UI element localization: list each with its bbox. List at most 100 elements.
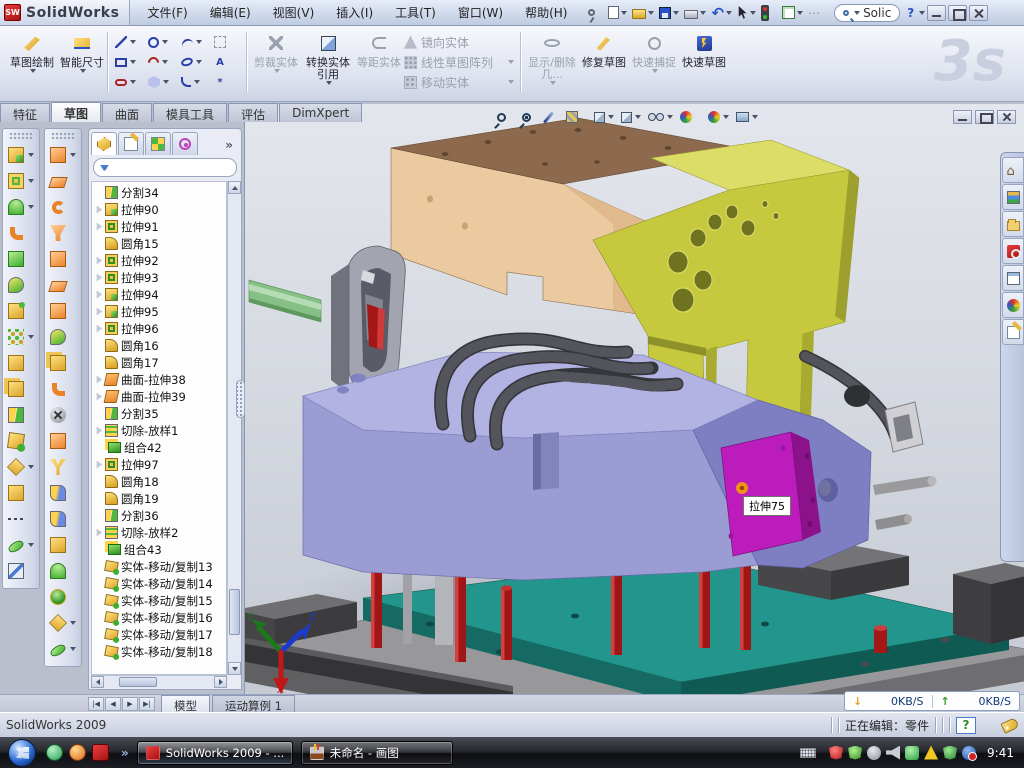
toolbar-button[interactable] — [45, 532, 81, 558]
feature-tree-item[interactable]: 拉伸95 — [94, 303, 226, 320]
toolbar-button[interactable] — [3, 506, 39, 532]
expand-arrow-icon[interactable] — [95, 325, 103, 333]
feature-tree-item[interactable]: 实体-移动/复制16 — [94, 609, 226, 626]
dropdown-arrow-icon[interactable] — [28, 153, 34, 157]
connection-icon[interactable] — [905, 746, 919, 760]
dropdown-arrow-icon[interactable] — [726, 11, 732, 15]
toolbar-button[interactable] — [3, 454, 39, 480]
toolbar-button[interactable] — [45, 480, 81, 506]
feature-tree-item[interactable]: 圆角15 — [94, 235, 226, 252]
dropdown-arrow-icon[interactable] — [648, 11, 654, 15]
toolbar-button[interactable] — [3, 142, 39, 168]
toolbar-button[interactable] — [606, 2, 629, 24]
taskbar-task-button[interactable]: SolidWorks 2009 - ... — [137, 741, 293, 765]
model-3d-view[interactable]: Y Z X — [245, 104, 1024, 694]
dropdown-arrow-icon[interactable] — [162, 60, 168, 64]
toolbar-button[interactable] — [3, 402, 39, 428]
quick-launch-chevron[interactable]: » — [121, 746, 129, 760]
toolbar-button[interactable] — [657, 2, 681, 24]
trim-entities-button[interactable]: 剪裁实体 — [252, 30, 300, 94]
feature-tree-item[interactable]: 组合42 — [94, 439, 226, 456]
panel-chevron[interactable]: » — [225, 138, 239, 155]
keyboard-layout-icon[interactable] — [800, 748, 816, 758]
scroll-down-button[interactable] — [228, 662, 241, 675]
dropdown-arrow-icon[interactable] — [130, 80, 136, 84]
messenger-icon[interactable] — [46, 744, 63, 761]
dropdown-arrow-icon[interactable] — [28, 205, 34, 209]
dropdown-arrow-icon[interactable] — [70, 621, 76, 625]
toolbar-button[interactable] — [45, 194, 81, 220]
scrollbar-thumb[interactable] — [119, 677, 157, 687]
dropdown-arrow-icon[interactable] — [700, 11, 706, 15]
menu-item[interactable]: 视图(V) — [262, 4, 326, 21]
power-shield-icon[interactable] — [848, 746, 862, 760]
toolbar-button[interactable] — [3, 298, 39, 324]
view-tool-button[interactable] — [520, 112, 542, 123]
dropdown-arrow-icon[interactable] — [723, 115, 729, 119]
feature-tree-item[interactable]: 切除-放样2 — [94, 524, 226, 541]
scrollbar-thumb[interactable] — [229, 589, 240, 635]
toolbar-button[interactable] — [759, 2, 779, 24]
sketch-entity-button[interactable] — [178, 77, 211, 87]
toolbar-button[interactable] — [3, 324, 39, 350]
scroll-right-button[interactable] — [214, 676, 227, 688]
toolbar-button[interactable] — [780, 2, 805, 24]
task-pane-tab[interactable] — [1002, 319, 1024, 345]
graphics-viewport[interactable]: Y Z X — [244, 104, 1024, 694]
feature-tree-item[interactable]: 拉伸93 — [94, 269, 226, 286]
task-pane-tab[interactable] — [1002, 292, 1024, 318]
command-tab[interactable]: 评估 — [228, 103, 278, 122]
toolbar-button[interactable] — [45, 246, 81, 272]
feature-tree-item[interactable]: 圆角18 — [94, 473, 226, 490]
sketch-button[interactable]: 草图绘制 — [8, 30, 56, 94]
rapid-sketch-button[interactable]: 快速草图 — [680, 30, 728, 94]
view-tool-button[interactable] — [545, 110, 561, 125]
toolbar-button[interactable]: ⋯ — [806, 2, 830, 24]
sketch-entity-button[interactable] — [145, 37, 178, 48]
search-dropdown-icon[interactable] — [854, 11, 860, 15]
dropdown-arrow-icon[interactable] — [752, 115, 758, 119]
prev-tab-button[interactable]: ◀ — [105, 697, 121, 711]
doc-minimize-button[interactable] — [953, 110, 972, 124]
command-tab[interactable]: 模具工具 — [153, 103, 227, 122]
sketch-entity-button[interactable] — [145, 57, 178, 68]
expand-arrow-icon[interactable] — [95, 291, 103, 299]
feature-tree-item[interactable]: 曲面-拉伸39 — [94, 388, 226, 405]
sketch-entity-button[interactable]: A — [211, 56, 244, 68]
toolbar-button[interactable] — [45, 636, 81, 662]
toolbar-button[interactable] — [3, 246, 39, 272]
search-box[interactable]: Solic — [834, 4, 900, 22]
dropdown-arrow-icon[interactable] — [608, 115, 614, 119]
convert-entities-button[interactable]: 转换实体引用 — [302, 30, 354, 94]
task-pane-tab[interactable]: ⌂ — [1002, 157, 1024, 183]
help-button[interactable]: ? — [904, 6, 917, 20]
move-entities-button[interactable]: 移动实体 — [404, 72, 514, 92]
feature-tree-item[interactable]: 拉伸94 — [94, 286, 226, 303]
view-tool-button[interactable] — [678, 110, 703, 124]
tag-icon[interactable] — [1000, 717, 1019, 734]
scroll-up-button[interactable] — [228, 181, 241, 194]
dropdown-arrow-icon[interactable] — [130, 60, 136, 64]
toolbar-button[interactable] — [45, 142, 81, 168]
doc-close-button[interactable] — [997, 110, 1016, 124]
panel-splitter-handle[interactable] — [236, 380, 245, 418]
dropdown-arrow-icon[interactable] — [70, 647, 76, 651]
toolbar-button[interactable] — [45, 324, 81, 350]
feature-tree-item[interactable]: 拉伸97 — [94, 456, 226, 473]
media-player-icon[interactable] — [69, 744, 86, 761]
dropdown-arrow-icon[interactable] — [196, 60, 202, 64]
document-tab[interactable]: 模型 — [161, 695, 210, 712]
search-input[interactable]: Solic — [863, 6, 891, 20]
task-pane-tab[interactable] — [1002, 238, 1024, 264]
dropdown-arrow-icon[interactable] — [28, 179, 34, 183]
feature-tree-item[interactable]: 切除-放样1 — [94, 422, 226, 439]
feature-tree-item[interactable]: 实体-移动/复制13 — [94, 558, 226, 575]
sketch-entity-button[interactable] — [145, 76, 178, 88]
update-gear-icon[interactable] — [867, 746, 881, 760]
dropdown-arrow-icon[interactable] — [196, 40, 202, 44]
repair-sketch-button[interactable]: 修复草图 — [580, 30, 628, 94]
dropdown-arrow-icon[interactable] — [750, 11, 756, 15]
dropdown-arrow-icon[interactable] — [70, 153, 76, 157]
command-tab[interactable]: 特征 — [0, 103, 50, 122]
feature-tree-item[interactable]: 拉伸96 — [94, 320, 226, 337]
